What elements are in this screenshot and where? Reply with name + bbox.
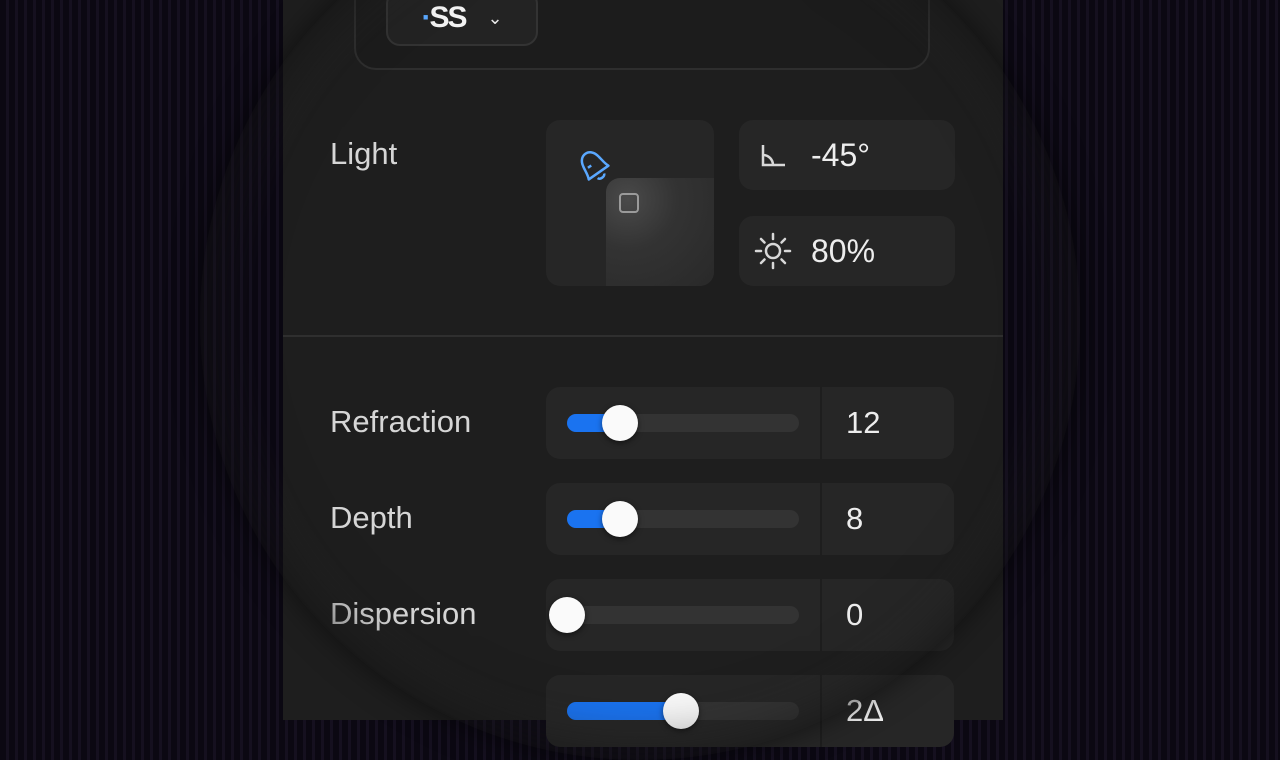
refraction-label: Refraction	[330, 404, 472, 439]
dispersion-slider[interactable]	[549, 597, 799, 633]
fourth-slider[interactable]	[567, 693, 799, 729]
refraction-control: 12	[546, 387, 954, 459]
depth-label: Depth	[330, 500, 413, 535]
light-angle-field[interactable]: -45°	[739, 120, 955, 190]
bell-icon	[580, 151, 610, 181]
depth-value[interactable]: 8	[846, 501, 863, 537]
depth-slider[interactable]	[567, 501, 799, 537]
section-divider	[283, 335, 1003, 337]
light-angle-value: -45°	[811, 136, 871, 173]
font-logo-icon: ·SS	[421, 1, 467, 34]
light-intensity-value: 80%	[811, 232, 876, 269]
light-label: Light	[330, 136, 398, 171]
light-position-handle[interactable]	[619, 193, 639, 213]
refraction-slider-knob[interactable]	[602, 405, 639, 441]
fourth-value[interactable]: 2Δ	[846, 693, 884, 729]
dispersion-control: 0	[546, 579, 954, 651]
dispersion-value[interactable]: 0	[846, 597, 863, 633]
angle-icon	[761, 145, 785, 167]
dispersion-label: Dispersion	[330, 596, 477, 631]
depth-control: 8	[546, 483, 954, 555]
sun-icon	[754, 232, 792, 270]
font-picker-dropdown[interactable]: ·SS ⌄	[386, 0, 538, 46]
fourth-slider-knob[interactable]	[662, 693, 699, 729]
depth-slider-knob[interactable]	[602, 501, 639, 537]
fourth-control: 2Δ	[546, 675, 954, 747]
light-position-pad[interactable]	[546, 120, 714, 286]
refraction-value[interactable]: 12	[846, 405, 880, 441]
chevron-down-icon: ⌄	[487, 7, 503, 28]
refraction-slider[interactable]	[567, 405, 799, 441]
dispersion-slider-knob[interactable]	[549, 597, 585, 633]
light-intensity-field[interactable]: 80%	[739, 216, 955, 286]
